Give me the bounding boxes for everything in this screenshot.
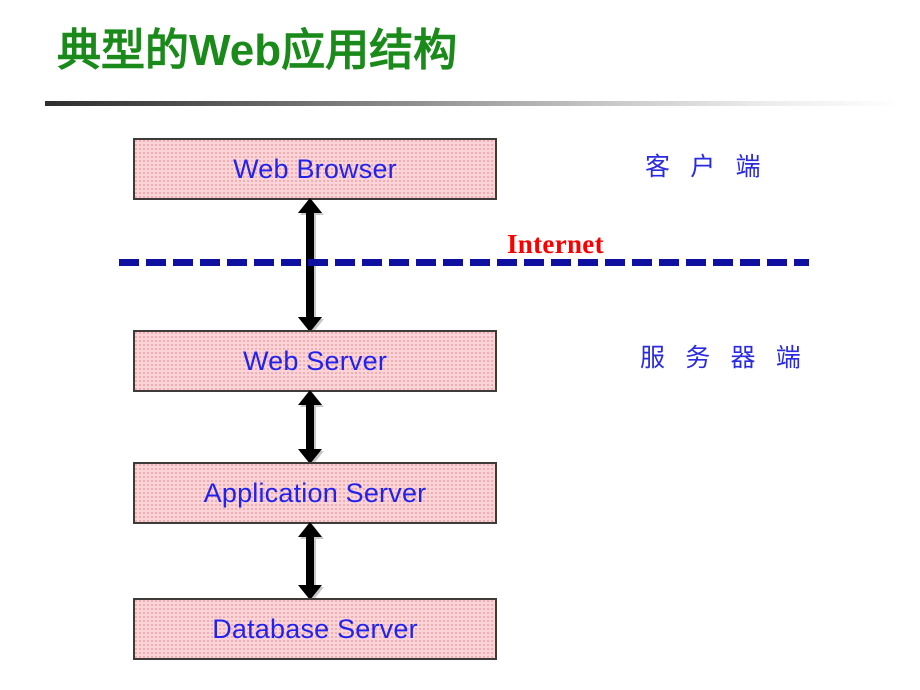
double-headed-vertical-arrow-icon-web-server-app-server (293, 390, 327, 466)
diagram-node-web-server[interactable]: Web Server (133, 330, 497, 392)
diagram-node-database-server[interactable]: Database Server (133, 598, 497, 660)
double-headed-vertical-arrow-icon-app-server-database (293, 522, 327, 602)
internet-divider-line (119, 259, 809, 266)
diagram-node-web-browser[interactable]: Web Browser (133, 138, 497, 200)
diagram-node-label: Web Server (242, 345, 388, 376)
web-architecture-diagram: Web Browser Internet Web Server Applicat… (0, 0, 920, 690)
diagram-node-label: Web Browser (233, 153, 397, 184)
diagram-node-application-server[interactable]: Application Server (133, 462, 497, 524)
tier-label-client-side: 客 户 端 (645, 154, 768, 181)
diagram-node-label: Application Server (203, 477, 427, 508)
internet-divider-label: Internet (507, 229, 604, 259)
tier-label-server-side: 服 务 器 端 (640, 345, 808, 372)
diagram-node-label: Database Server (212, 613, 418, 644)
